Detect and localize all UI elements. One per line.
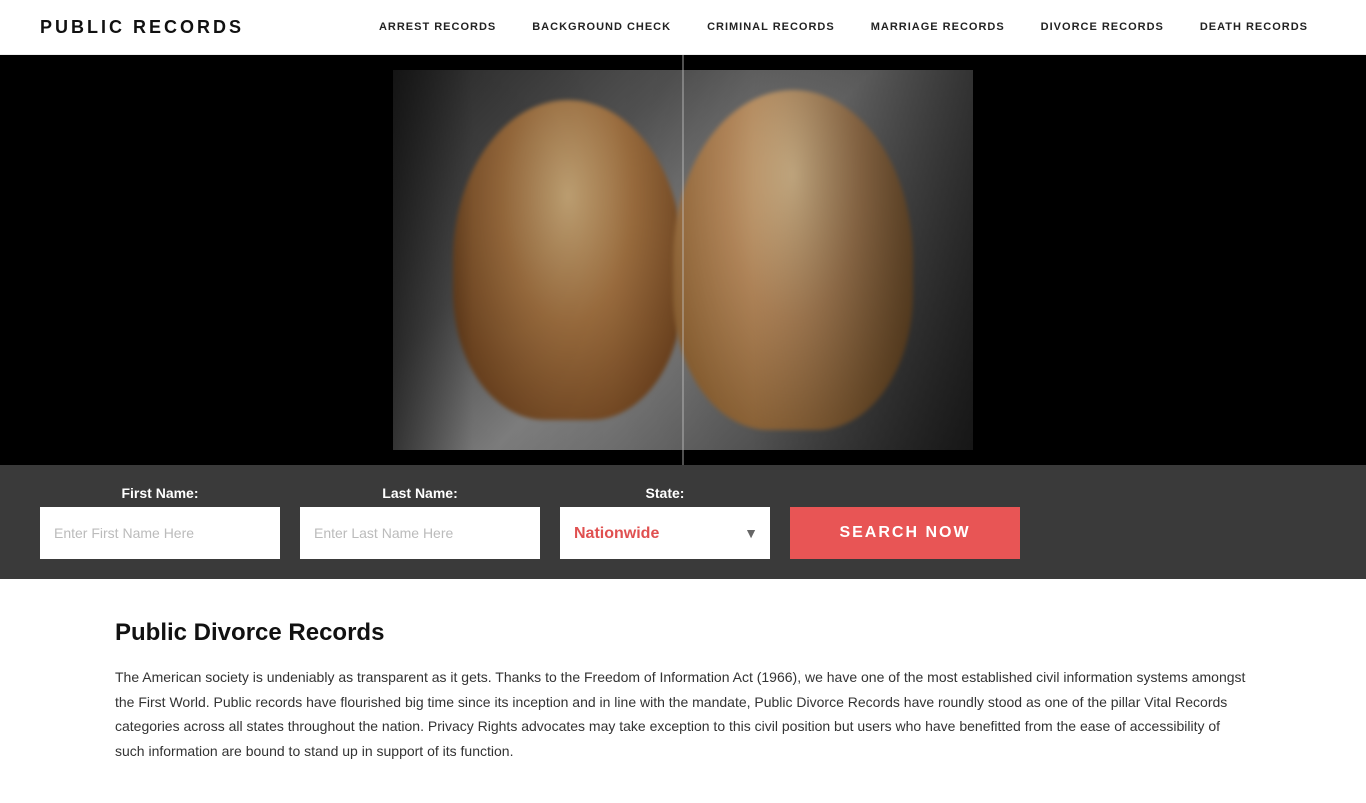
- content-body: The American society is undeniably as tr…: [115, 665, 1251, 763]
- nav-death-records[interactable]: DEATH RECORDS: [1182, 21, 1326, 33]
- header: PUBLIC RECORDS ARREST RECORDS BACKGROUND…: [0, 0, 1366, 55]
- last-name-input[interactable]: [300, 507, 540, 559]
- hero-divider: [682, 55, 684, 465]
- first-name-field: First Name:: [40, 485, 280, 559]
- first-name-input[interactable]: [40, 507, 280, 559]
- hero-image: [333, 55, 1033, 465]
- content-section: Public Divorce Records The American soci…: [0, 579, 1366, 803]
- first-name-label: First Name:: [40, 485, 280, 501]
- state-select-wrapper: NationwideAlabamaAlaskaArizonaArkansasCa…: [560, 507, 770, 559]
- state-field: State: NationwideAlabamaAlaskaArizonaArk…: [560, 485, 770, 559]
- content-title: Public Divorce Records: [115, 619, 1251, 647]
- state-select[interactable]: NationwideAlabamaAlaskaArizonaArkansasCa…: [560, 507, 770, 559]
- nav-divorce-records[interactable]: DIVORCE RECORDS: [1023, 21, 1182, 33]
- nav-arrest-records[interactable]: ARREST RECORDS: [361, 21, 514, 33]
- state-label: State:: [560, 485, 770, 501]
- nav-marriage-records[interactable]: MARRIAGE RECORDS: [853, 21, 1023, 33]
- nav-criminal-records[interactable]: CRIMINAL RECORDS: [689, 21, 853, 33]
- last-name-field: Last Name:: [300, 485, 540, 559]
- last-name-label: Last Name:: [300, 485, 540, 501]
- logo[interactable]: PUBLIC RECORDS: [40, 17, 244, 38]
- search-now-button[interactable]: SEARCH NOW: [790, 507, 1020, 559]
- search-bar: First Name: Last Name: State: Nationwide…: [0, 465, 1366, 579]
- hero-section: [0, 55, 1366, 465]
- nav-background-check[interactable]: BACKGROUND CHECK: [514, 21, 689, 33]
- nav: ARREST RECORDS BACKGROUND CHECK CRIMINAL…: [361, 21, 1326, 33]
